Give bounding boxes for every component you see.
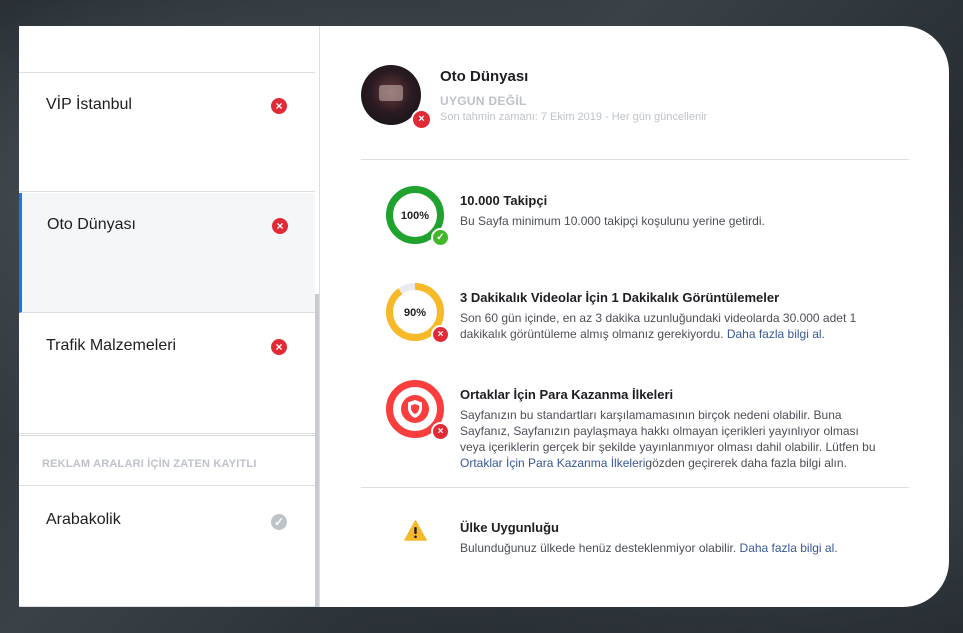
error-icon: × (271, 98, 287, 114)
sidebar-item-trafik-malzemeleri[interactable]: Trafik Malzemeleri × (19, 314, 315, 434)
error-icon: × (271, 339, 287, 355)
page-title: Oto Dünyası (440, 68, 529, 85)
page-list-sidebar: VİP İstanbul × Oto Dünyası × Trafik Malz… (19, 26, 320, 607)
sidebar-item-label: Trafik Malzemeleri (46, 337, 177, 354)
criterion-description: Son 60 gün içinde, en az 3 dakika uzunlu… (460, 310, 900, 342)
sidebar-item-label: VİP İstanbul (46, 96, 132, 113)
criterion-description-text: gözden geçirerek daha fazla bilgi alın. (645, 456, 847, 470)
avatar-image (379, 85, 403, 101)
status-badge: UYGUN DEĞİL (440, 94, 527, 108)
progress-percent-label: 90% (404, 307, 426, 319)
check-icon: ✓ (431, 228, 450, 247)
check-icon: ✓ (271, 514, 287, 530)
sidebar-item-vip-istanbul[interactable]: VİP İstanbul × (19, 72, 315, 192)
criterion-title: Ülke Uygunluğu (460, 520, 559, 535)
sidebar-item-label: Arabakolik (46, 511, 121, 528)
country-eligibility: Ülke Uygunluğu Bulunduğunuz ülkede henüz… (361, 514, 909, 564)
sidebar-item-arabakolik[interactable]: Arabakolik ✓ (19, 487, 315, 607)
last-estimated-text: Son tahmin zamanı: 7 Ekim 2019 - Her gün… (440, 111, 708, 123)
header-divider (361, 159, 909, 160)
eligibility-details: × Oto Dünyası UYGUN DEĞİL Son tahmin zam… (320, 26, 949, 607)
criterion-monetization-policies: × Ortaklar İçin Para Kazanma İlkeleri Sa… (361, 378, 909, 478)
warning-icon (404, 520, 427, 541)
criterion-description: Bulunduğunuz ülkede henüz desteklenmiyor… (460, 540, 900, 556)
criterion-title: Ortaklar İçin Para Kazanma İlkeleri (460, 387, 674, 402)
section-divider (361, 487, 909, 488)
criterion-description-text: Sayfanızın bu standartları karşılamaması… (460, 408, 876, 454)
registered-section-header: REKLAM ARALARI İÇİN ZATEN KAYITLI (19, 435, 315, 486)
criterion-description: Bu Sayfa minimum 10.000 takipçi koşulunu… (460, 214, 765, 228)
sidebar-scrollbar[interactable] (315, 294, 319, 607)
learn-more-link[interactable]: Daha fazla bilgi al. (740, 541, 838, 555)
section-header-label: REKLAM ARALARI İÇİN ZATEN KAYITLI (42, 458, 257, 470)
criterion-video-views: 90% × 3 Dakikalık Videolar İçin 1 Dakika… (361, 281, 909, 351)
partner-policies-link[interactable]: Ortaklar İçin Para Kazanma İlkeleri (460, 456, 645, 470)
criterion-description: Sayfanızın bu standartları karşılamaması… (460, 407, 885, 471)
criterion-title: 3 Dakikalık Videolar İçin 1 Dakikalık Gö… (460, 290, 780, 305)
criterion-title: 10.000 Takipçi (460, 193, 548, 208)
sidebar-item-label: Oto Dünyası (47, 216, 136, 233)
monetization-panel: VİP İstanbul × Oto Dünyası × Trafik Malz… (19, 26, 949, 607)
criterion-followers: 100% ✓ 10.000 Takipçi Bu Sayfa minimum 1… (361, 184, 909, 254)
criterion-description-text: Bulunduğunuz ülkede henüz desteklenmiyor… (460, 541, 737, 555)
ineligible-badge-icon: × (411, 109, 432, 130)
error-icon: × (431, 325, 450, 344)
sidebar-item-oto-dunyasi[interactable]: Oto Dünyası × (19, 193, 315, 313)
error-icon: × (431, 422, 450, 441)
learn-more-link[interactable]: Daha fazla bilgi al. (727, 327, 825, 341)
error-icon: × (272, 218, 288, 234)
progress-percent-label: 100% (401, 210, 429, 222)
